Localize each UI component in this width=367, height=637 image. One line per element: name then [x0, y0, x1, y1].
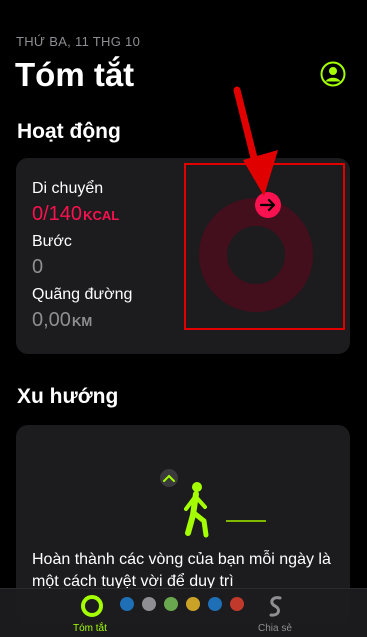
tab-share[interactable]: Chia sẻ: [248, 589, 304, 637]
steps-value: 0: [32, 256, 44, 278]
annotation-highlight-box: [184, 163, 345, 330]
share-icon: [269, 596, 282, 617]
move-value: 0/140KCAL: [32, 203, 120, 225]
distance-value: 0,00KM: [32, 309, 93, 331]
tab-summary[interactable]: Tóm tắt: [60, 589, 124, 637]
trends-heading: Xu hướng: [17, 385, 119, 408]
trends-illustration: [160, 469, 266, 538]
trends-description: Hoàn thành các vòng của bạn mỗi ngày là …: [32, 551, 331, 590]
activity-heading: Hoạt động: [17, 120, 121, 143]
profile-icon[interactable]: [320, 61, 346, 87]
chevron-up-icon: [160, 469, 178, 487]
tab-summary-label: Tóm tắt: [73, 623, 107, 634]
activity-ring-icon: [81, 595, 103, 617]
move-label: Di chuyển: [32, 180, 104, 197]
date-label: THỨ BA, 11 THG 10: [16, 34, 141, 49]
distance-label: Quãng đường: [32, 286, 133, 303]
walking-figure-icon: [184, 482, 209, 538]
page-title: Tóm tắt: [15, 56, 135, 93]
tab-share-label: Chia sẻ: [258, 623, 292, 634]
tab-bar: Tóm tắt Chia sẻ: [0, 588, 367, 637]
steps-label: Bước: [32, 233, 72, 250]
